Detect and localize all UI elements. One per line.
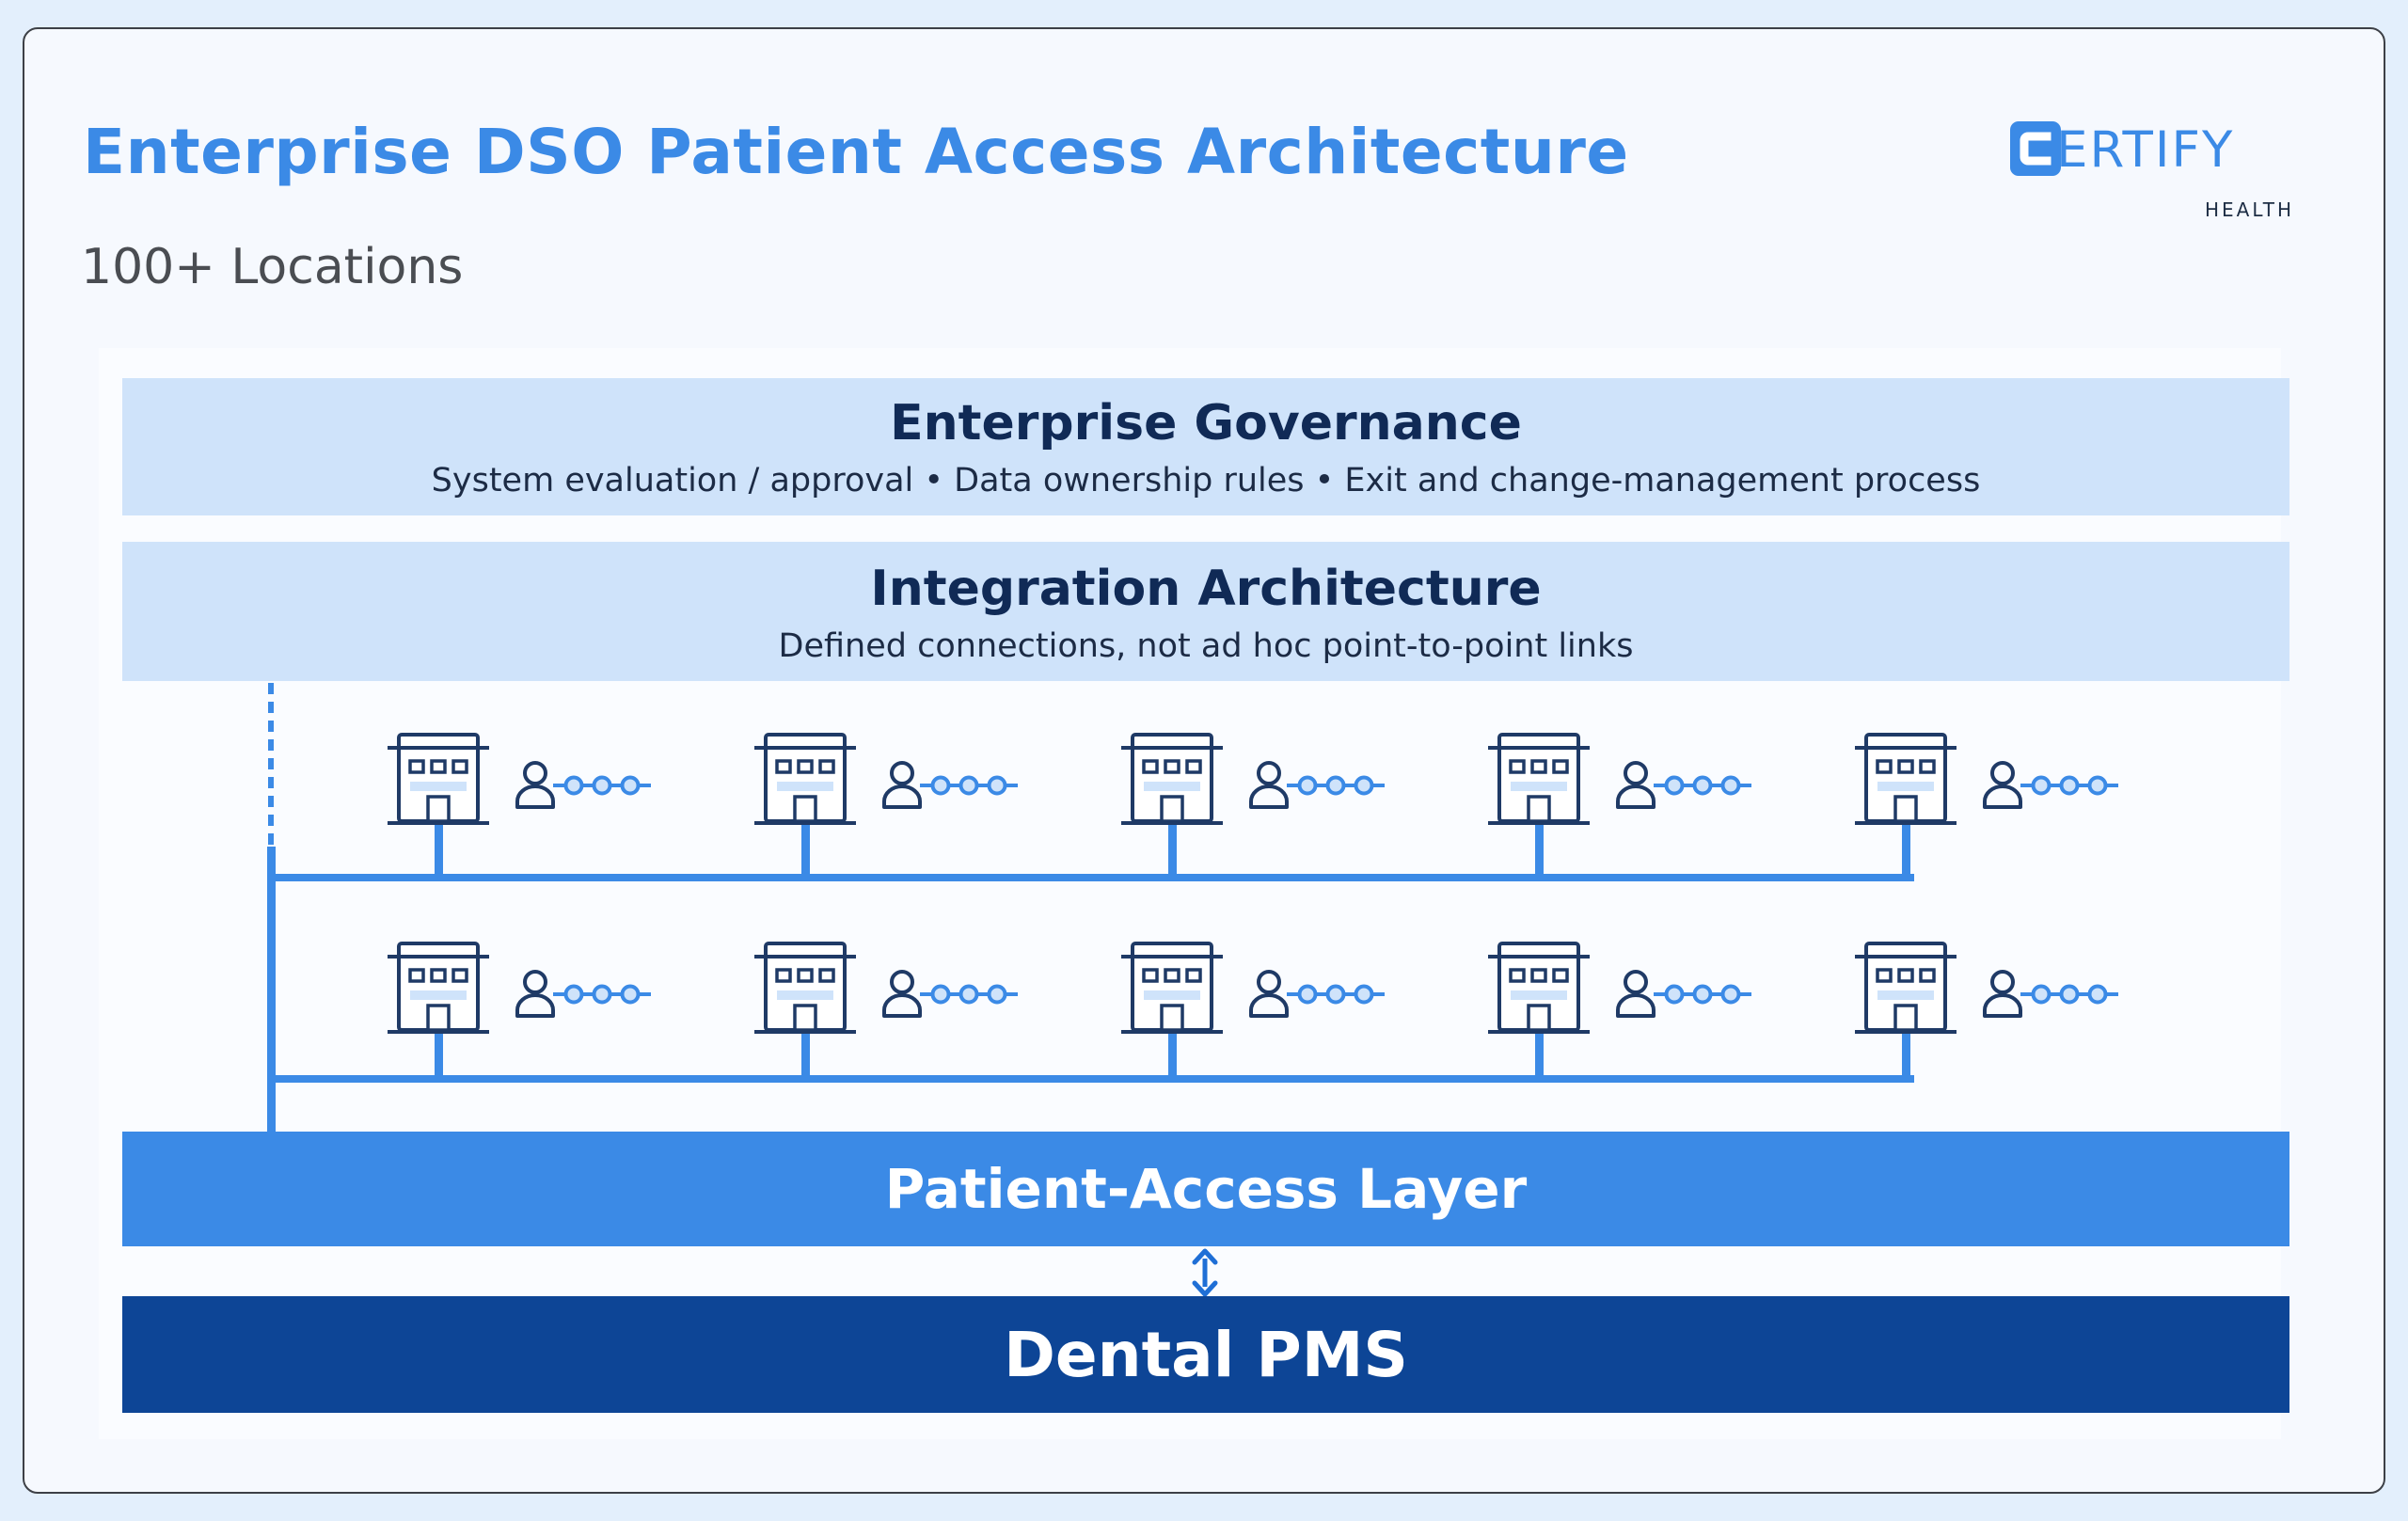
location-drop-line — [1168, 825, 1177, 878]
connector-dots-icon — [1285, 775, 1386, 796]
location-drop-line — [801, 1034, 810, 1079]
connector-dots-icon — [2019, 984, 2120, 1005]
person-icon — [1616, 761, 1656, 809]
location-node — [1853, 733, 2120, 878]
dental-pms-title: Dental PMS — [1004, 1319, 1408, 1391]
patient-access-title: Patient-Access Layer — [884, 1157, 1528, 1221]
person-icon — [515, 761, 555, 809]
connector-dots-icon — [1285, 984, 1386, 1005]
connector-dots-icon — [1652, 984, 1753, 1005]
location-node — [386, 733, 653, 878]
connector-dots-icon — [918, 984, 1020, 1005]
patient-access-layer-band: Patient-Access Layer — [122, 1132, 2289, 1246]
location-drop-line — [1535, 825, 1544, 878]
location-drop-line — [435, 825, 443, 878]
connector-dots-icon — [918, 775, 1020, 796]
building-icon — [1853, 942, 1958, 1036]
location-node — [1486, 733, 1753, 878]
trunk-line — [267, 847, 276, 1133]
building-icon — [1486, 733, 1592, 827]
location-node — [1486, 942, 1753, 1079]
location-drop-line — [801, 825, 810, 878]
location-drop-line — [435, 1034, 443, 1079]
location-node — [752, 942, 1020, 1079]
location-node — [752, 733, 1020, 878]
building-icon — [752, 733, 858, 827]
bus-line-row-2 — [267, 1075, 1914, 1083]
bus-line-row-1 — [267, 874, 1914, 881]
person-icon — [1616, 970, 1656, 1018]
building-icon — [1486, 942, 1592, 1036]
location-node — [1119, 942, 1386, 1079]
building-icon — [1119, 733, 1225, 827]
up-down-arrow-icon — [1192, 1248, 1218, 1297]
location-drop-line — [1902, 1034, 1910, 1079]
person-icon — [1249, 761, 1289, 809]
connector-dots-icon — [2019, 775, 2120, 796]
dental-pms-band: Dental PMS — [122, 1296, 2289, 1413]
connector-dots-icon — [1652, 775, 1753, 796]
building-icon — [1119, 942, 1225, 1036]
location-node — [386, 942, 653, 1079]
person-icon — [1983, 761, 2022, 809]
building-icon — [386, 733, 491, 827]
connector-dots-icon — [551, 984, 653, 1005]
location-drop-line — [1902, 825, 1910, 878]
person-icon — [1983, 970, 2022, 1018]
building-icon — [386, 942, 491, 1036]
location-node — [1853, 942, 2120, 1079]
building-icon — [1853, 733, 1958, 827]
person-icon — [882, 970, 922, 1018]
connector-dots-icon — [551, 775, 653, 796]
location-drop-line — [1535, 1034, 1544, 1079]
person-icon — [515, 970, 555, 1018]
location-node — [1119, 733, 1386, 878]
building-icon — [752, 942, 858, 1036]
person-icon — [882, 761, 922, 809]
person-icon — [1249, 970, 1289, 1018]
location-drop-line — [1168, 1034, 1177, 1079]
location-network — [267, 683, 2120, 1297]
